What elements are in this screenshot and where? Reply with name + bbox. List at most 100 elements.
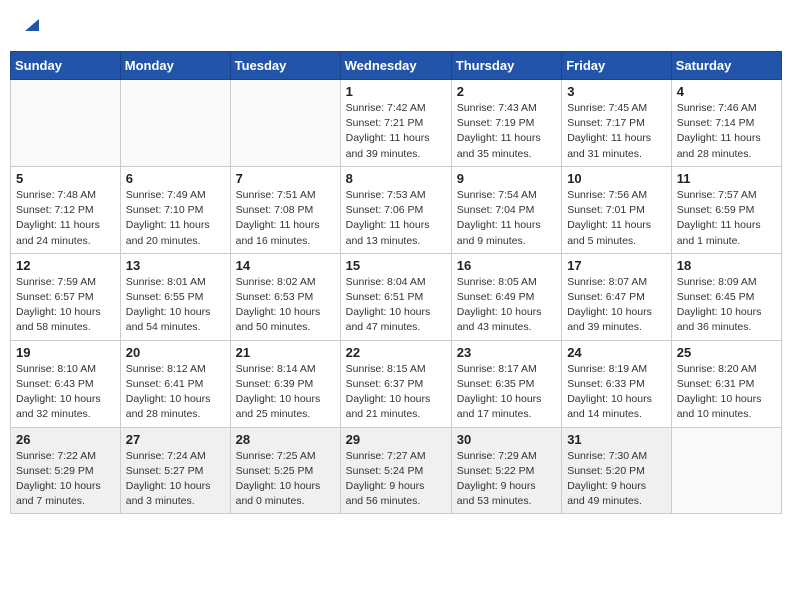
day-info: Sunrise: 7:53 AM Sunset: 7:06 PM Dayligh… — [346, 188, 446, 249]
col-header-sunday: Sunday — [11, 52, 121, 80]
calendar-cell: 5 Sunrise: 7:48 AM Sunset: 7:12 PM Daylig… — [11, 166, 121, 253]
day-info: Sunrise: 7:42 AM Sunset: 7:21 PM Dayligh… — [346, 101, 446, 162]
calendar-cell: 17Sunrise: 8:07 AM Sunset: 6:47 PM Dayli… — [562, 253, 672, 340]
day-info: Sunrise: 7:51 AM Sunset: 7:08 PM Dayligh… — [236, 188, 335, 249]
day-number: 8 — [346, 171, 446, 186]
day-number: 30 — [457, 432, 556, 447]
calendar-cell: 20Sunrise: 8:12 AM Sunset: 6:41 PM Dayli… — [120, 340, 230, 427]
day-number: 13 — [126, 258, 225, 273]
col-header-friday: Friday — [562, 52, 672, 80]
calendar-week-row: 1Sunrise: 7:42 AM Sunset: 7:21 PM Daylig… — [11, 80, 782, 167]
calendar-cell: 7 Sunrise: 7:51 AM Sunset: 7:08 PM Daylig… — [230, 166, 340, 253]
day-number: 7 — [236, 171, 335, 186]
col-header-wednesday: Wednesday — [340, 52, 451, 80]
day-number: 26 — [16, 432, 115, 447]
calendar-cell: 31 Sunrise: 7:30 AM Sunset: 5:20 PM Dayli… — [562, 427, 672, 514]
day-info: Sunrise: 7:30 AM Sunset: 5:20 PM Dayligh… — [567, 449, 666, 510]
day-number: 29 — [346, 432, 446, 447]
col-header-saturday: Saturday — [671, 52, 781, 80]
calendar-cell: 12 Sunrise: 7:59 AM Sunset: 6:57 PM Dayli… — [11, 253, 121, 340]
calendar-cell: 13 Sunrise: 8:01 AM Sunset: 6:55 PM Dayli… — [120, 253, 230, 340]
day-number: 21 — [236, 345, 335, 360]
calendar-cell: 3 Sunrise: 7:45 AM Sunset: 7:17 PM Daylig… — [562, 80, 672, 167]
day-info: Sunrise: 7:46 AM Sunset: 7:14 PM Dayligh… — [677, 101, 776, 162]
day-number: 23 — [457, 345, 556, 360]
day-number: 25 — [677, 345, 776, 360]
day-info: Sunrise: 7:57 AM Sunset: 6:59 PM Dayligh… — [677, 188, 776, 249]
calendar-cell: 19 Sunrise: 8:10 AM Sunset: 6:43 PM Dayli… — [11, 340, 121, 427]
day-info: Sunrise: 8:07 AM Sunset: 6:47 PM Dayligh… — [567, 275, 666, 336]
day-number: 16 — [457, 258, 556, 273]
day-number: 19 — [16, 345, 115, 360]
calendar-week-row: 19 Sunrise: 8:10 AM Sunset: 6:43 PM Dayli… — [11, 340, 782, 427]
day-info: Sunrise: 8:20 AM Sunset: 6:31 PM Dayligh… — [677, 362, 776, 423]
day-info: Sunrise: 8:09 AM Sunset: 6:45 PM Dayligh… — [677, 275, 776, 336]
calendar-cell: 14Sunrise: 8:02 AM Sunset: 6:53 PM Dayli… — [230, 253, 340, 340]
calendar-cell — [11, 80, 121, 167]
calendar-cell: 11 Sunrise: 7:57 AM Sunset: 6:59 PM Dayli… — [671, 166, 781, 253]
day-info: Sunrise: 7:25 AM Sunset: 5:25 PM Dayligh… — [236, 449, 335, 510]
day-info: Sunrise: 7:56 AM Sunset: 7:01 PM Dayligh… — [567, 188, 666, 249]
day-info: Sunrise: 8:02 AM Sunset: 6:53 PM Dayligh… — [236, 275, 335, 336]
page-header — [10, 10, 782, 41]
calendar-cell: 18 Sunrise: 8:09 AM Sunset: 6:45 PM Dayli… — [671, 253, 781, 340]
calendar-cell: 24Sunrise: 8:19 AM Sunset: 6:33 PM Dayli… — [562, 340, 672, 427]
day-info: Sunrise: 7:27 AM Sunset: 5:24 PM Dayligh… — [346, 449, 446, 510]
day-number: 2 — [457, 84, 556, 99]
calendar-cell — [120, 80, 230, 167]
day-info: Sunrise: 7:54 AM Sunset: 7:04 PM Dayligh… — [457, 188, 556, 249]
day-info: Sunrise: 7:43 AM Sunset: 7:19 PM Dayligh… — [457, 101, 556, 162]
day-info: Sunrise: 7:24 AM Sunset: 5:27 PM Dayligh… — [126, 449, 225, 510]
calendar-cell: 28 Sunrise: 7:25 AM Sunset: 5:25 PM Dayli… — [230, 427, 340, 514]
day-number: 11 — [677, 171, 776, 186]
day-info: Sunrise: 8:04 AM Sunset: 6:51 PM Dayligh… — [346, 275, 446, 336]
day-info: Sunrise: 7:29 AM Sunset: 5:22 PM Dayligh… — [457, 449, 556, 510]
day-info: Sunrise: 7:22 AM Sunset: 5:29 PM Dayligh… — [16, 449, 115, 510]
calendar-cell: 21Sunrise: 8:14 AM Sunset: 6:39 PM Dayli… — [230, 340, 340, 427]
day-number: 18 — [677, 258, 776, 273]
calendar-cell: 16 Sunrise: 8:05 AM Sunset: 6:49 PM Dayli… — [451, 253, 561, 340]
calendar-week-row: 12 Sunrise: 7:59 AM Sunset: 6:57 PM Dayli… — [11, 253, 782, 340]
calendar-cell — [230, 80, 340, 167]
day-info: Sunrise: 8:17 AM Sunset: 6:35 PM Dayligh… — [457, 362, 556, 423]
calendar-cell: 4 Sunrise: 7:46 AM Sunset: 7:14 PM Daylig… — [671, 80, 781, 167]
day-info: Sunrise: 8:05 AM Sunset: 6:49 PM Dayligh… — [457, 275, 556, 336]
day-number: 15 — [346, 258, 446, 273]
day-number: 31 — [567, 432, 666, 447]
calendar: SundayMondayTuesdayWednesdayThursdayFrid… — [10, 51, 782, 514]
day-info: Sunrise: 7:48 AM Sunset: 7:12 PM Dayligh… — [16, 188, 115, 249]
calendar-cell: 22Sunrise: 8:15 AM Sunset: 6:37 PM Dayli… — [340, 340, 451, 427]
calendar-cell — [671, 427, 781, 514]
day-number: 3 — [567, 84, 666, 99]
calendar-cell: 26 Sunrise: 7:22 AM Sunset: 5:29 PM Dayli… — [11, 427, 121, 514]
day-info: Sunrise: 8:01 AM Sunset: 6:55 PM Dayligh… — [126, 275, 225, 336]
logo — [20, 15, 41, 36]
calendar-cell: 25 Sunrise: 8:20 AM Sunset: 6:31 PM Dayli… — [671, 340, 781, 427]
day-info: Sunrise: 7:45 AM Sunset: 7:17 PM Dayligh… — [567, 101, 666, 162]
day-number: 20 — [126, 345, 225, 360]
calendar-week-row: 5 Sunrise: 7:48 AM Sunset: 7:12 PM Daylig… — [11, 166, 782, 253]
day-number: 5 — [16, 171, 115, 186]
calendar-cell: 1Sunrise: 7:42 AM Sunset: 7:21 PM Daylig… — [340, 80, 451, 167]
day-info: Sunrise: 8:10 AM Sunset: 6:43 PM Dayligh… — [16, 362, 115, 423]
day-number: 24 — [567, 345, 666, 360]
calendar-cell: 10 Sunrise: 7:56 AM Sunset: 7:01 PM Dayli… — [562, 166, 672, 253]
day-info: Sunrise: 7:59 AM Sunset: 6:57 PM Dayligh… — [16, 275, 115, 336]
calendar-cell: 23 Sunrise: 8:17 AM Sunset: 6:35 PM Dayli… — [451, 340, 561, 427]
calendar-cell: 9Sunrise: 7:54 AM Sunset: 7:04 PM Daylig… — [451, 166, 561, 253]
calendar-cell: 6Sunrise: 7:49 AM Sunset: 7:10 PM Daylig… — [120, 166, 230, 253]
day-number: 4 — [677, 84, 776, 99]
day-number: 12 — [16, 258, 115, 273]
day-number: 10 — [567, 171, 666, 186]
day-number: 28 — [236, 432, 335, 447]
calendar-cell: 2 Sunrise: 7:43 AM Sunset: 7:19 PM Daylig… — [451, 80, 561, 167]
day-number: 6 — [126, 171, 225, 186]
calendar-cell: 29 Sunrise: 7:27 AM Sunset: 5:24 PM Dayli… — [340, 427, 451, 514]
calendar-cell: 8 Sunrise: 7:53 AM Sunset: 7:06 PM Daylig… — [340, 166, 451, 253]
calendar-header-row: SundayMondayTuesdayWednesdayThursdayFrid… — [11, 52, 782, 80]
day-number: 27 — [126, 432, 225, 447]
calendar-week-row: 26 Sunrise: 7:22 AM Sunset: 5:29 PM Dayli… — [11, 427, 782, 514]
calendar-cell: 15 Sunrise: 8:04 AM Sunset: 6:51 PM Dayli… — [340, 253, 451, 340]
day-number: 22 — [346, 345, 446, 360]
calendar-cell: 27 Sunrise: 7:24 AM Sunset: 5:27 PM Dayli… — [120, 427, 230, 514]
